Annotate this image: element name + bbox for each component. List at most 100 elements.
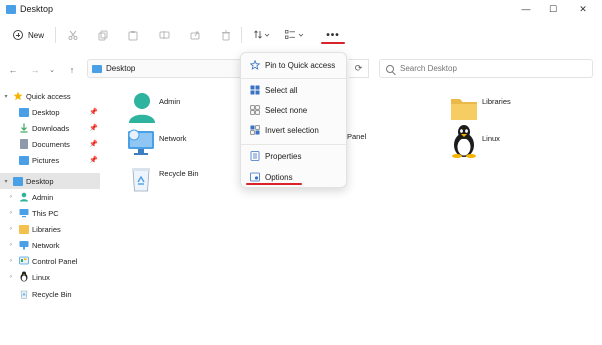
sidebar-item-downloads[interactable]: Downloads 📌 bbox=[0, 120, 100, 136]
sidebar-item-quick-access[interactable]: ▾ Quick access bbox=[0, 88, 100, 104]
options-icon bbox=[250, 172, 260, 182]
star-icon bbox=[13, 91, 23, 101]
pin-icon: 📌 bbox=[89, 109, 98, 116]
sidebar-item-label: Linux bbox=[32, 272, 50, 282]
up-arrow-icon[interactable]: ↑ bbox=[66, 64, 78, 76]
network-icon bbox=[19, 240, 29, 250]
desktop-folder-icon bbox=[19, 108, 29, 117]
search-input[interactable] bbox=[400, 64, 580, 73]
sidebar-item-label: Admin bbox=[32, 192, 54, 202]
file-item-libraries[interactable]: Libraries bbox=[450, 94, 530, 124]
sidebar-item-label: Desktop bbox=[32, 107, 60, 117]
cut-icon[interactable] bbox=[67, 29, 79, 41]
desktop-folder-icon bbox=[92, 64, 102, 73]
chevron-right-icon[interactable]: › bbox=[8, 258, 14, 264]
sidebar-item-pictures[interactable]: Pictures 📌 bbox=[0, 152, 100, 168]
sidebar-item-network[interactable]: › Network bbox=[0, 237, 100, 253]
file-view: Admin Libraries Network Panel Linux Recy… bbox=[100, 86, 602, 345]
sidebar-item-label: This PC bbox=[32, 208, 59, 218]
file-item-label: Network bbox=[159, 134, 187, 143]
view-icon[interactable] bbox=[284, 29, 306, 41]
sidebar-item-this-pc[interactable]: › This PC bbox=[0, 205, 100, 221]
sidebar-item-libraries[interactable]: › Libraries bbox=[0, 221, 100, 237]
new-button-label: New bbox=[28, 30, 45, 40]
select-none-icon bbox=[250, 105, 260, 115]
refresh-button[interactable]: ⟳ bbox=[349, 59, 369, 78]
sidebar-item-documents[interactable]: Documents 📌 bbox=[0, 136, 100, 152]
new-button[interactable]: New bbox=[9, 26, 48, 44]
properties-icon bbox=[250, 151, 260, 161]
chevron-right-icon[interactable]: › bbox=[8, 226, 14, 232]
menu-item-label: Options bbox=[265, 172, 293, 182]
menu-item-invert-selection[interactable]: Invert selection bbox=[245, 121, 344, 139]
sidebar-item-desktop-pinned[interactable]: Desktop 📌 bbox=[0, 104, 100, 120]
recycle-bin-icon bbox=[132, 168, 150, 192]
libraries-icon bbox=[19, 225, 29, 234]
maximize-button[interactable]: ☐ bbox=[542, 2, 564, 16]
back-arrow-icon[interactable]: ← bbox=[7, 64, 19, 76]
chevron-right-icon[interactable]: › bbox=[8, 210, 14, 216]
minimize-button[interactable]: — bbox=[515, 2, 537, 16]
folder-icon bbox=[6, 5, 16, 14]
more-options-button[interactable]: ••• bbox=[322, 27, 344, 43]
address-field[interactable]: Desktop bbox=[87, 59, 251, 78]
menu-item-pin-to-quick-access[interactable]: Pin to Quick access bbox=[245, 56, 344, 74]
file-item-network[interactable]: Network bbox=[125, 127, 205, 159]
search-field[interactable] bbox=[379, 59, 593, 78]
close-button[interactable]: ✕ bbox=[572, 2, 594, 16]
forward-arrow-icon[interactable]: → bbox=[29, 64, 41, 76]
refresh-icon: ⟳ bbox=[354, 63, 363, 73]
sidebar-item-recycle-bin[interactable]: Recycle Bin bbox=[0, 286, 100, 302]
file-item-control-panel[interactable]: Panel bbox=[346, 129, 386, 145]
recent-locations-chevron-icon[interactable]: ⌄ bbox=[46, 64, 58, 76]
linux-icon bbox=[452, 125, 476, 158]
pin-star-icon bbox=[250, 60, 260, 70]
menu-item-select-none[interactable]: Select none bbox=[245, 101, 344, 119]
file-item-label: Linux bbox=[482, 134, 500, 143]
rename-icon[interactable] bbox=[158, 29, 170, 41]
copy-icon[interactable] bbox=[97, 29, 109, 41]
sidebar-item-label: Quick access bbox=[26, 91, 71, 101]
sidebar-item-desktop[interactable]: ▾ Desktop bbox=[0, 173, 100, 189]
chevron-down-icon[interactable]: ▾ bbox=[3, 93, 9, 100]
pc-icon bbox=[19, 208, 29, 218]
chevron-right-icon[interactable]: › bbox=[8, 242, 14, 248]
file-item-recycle-bin[interactable]: Recycle Bin bbox=[125, 164, 215, 196]
file-item-admin[interactable]: Admin bbox=[125, 90, 205, 126]
libraries-icon bbox=[451, 99, 477, 120]
share-icon[interactable] bbox=[189, 29, 201, 41]
sidebar-item-label: Pictures bbox=[32, 155, 60, 165]
add-icon bbox=[13, 30, 23, 40]
delete-icon[interactable] bbox=[220, 29, 232, 41]
linux-icon bbox=[19, 271, 29, 282]
file-item-label: Admin bbox=[159, 97, 181, 106]
file-item-label: Panel bbox=[347, 132, 367, 141]
sort-icon[interactable] bbox=[253, 29, 271, 41]
sidebar-item-label: Recycle Bin bbox=[32, 289, 72, 299]
paste-icon[interactable] bbox=[127, 29, 139, 41]
toolbar-divider bbox=[55, 27, 56, 43]
documents-folder-icon bbox=[20, 139, 28, 149]
downloads-folder-icon bbox=[19, 123, 29, 133]
sidebar-item-label: Downloads bbox=[32, 123, 70, 133]
sidebar-item-label: Documents bbox=[32, 139, 70, 149]
file-item-linux[interactable]: Linux bbox=[450, 124, 520, 160]
chevron-right-icon[interactable]: › bbox=[8, 194, 14, 200]
pin-icon: 📌 bbox=[89, 157, 98, 164]
user-icon bbox=[19, 192, 29, 202]
file-item-label: Recycle Bin bbox=[159, 169, 199, 178]
menu-item-properties[interactable]: Properties bbox=[245, 147, 344, 165]
command-bar: New ••• bbox=[0, 20, 602, 52]
navigation-pane: ▾ Quick access Desktop 📌 Downloads 📌 Doc… bbox=[0, 86, 100, 345]
title-bar: Desktop — ☐ ✕ bbox=[0, 0, 602, 20]
chevron-right-icon[interactable]: › bbox=[8, 274, 14, 280]
select-all-icon bbox=[250, 85, 260, 95]
sidebar-item-admin[interactable]: › Admin bbox=[0, 189, 100, 205]
menu-item-select-all[interactable]: Select all bbox=[245, 81, 344, 99]
sidebar-item-control-panel[interactable]: › Control Panel bbox=[0, 253, 100, 269]
sidebar-item-linux[interactable]: › Linux bbox=[0, 269, 100, 285]
sidebar-item-label: Desktop bbox=[26, 176, 54, 186]
window-title: Desktop bbox=[20, 4, 54, 14]
user-icon bbox=[129, 93, 155, 123]
chevron-down-icon[interactable]: ▾ bbox=[3, 178, 9, 185]
